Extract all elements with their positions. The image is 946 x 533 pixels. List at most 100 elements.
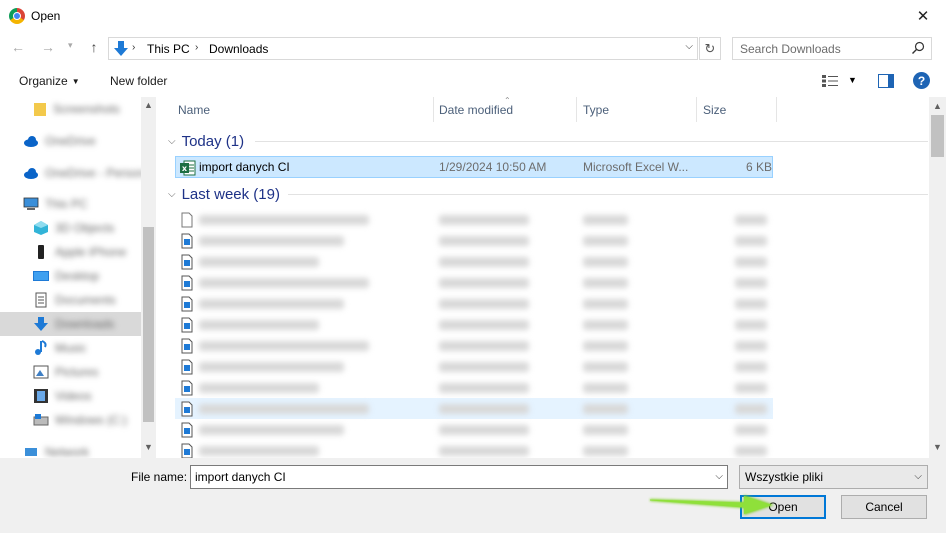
blurred-name (199, 341, 369, 351)
column-header-date-modified[interactable]: Date modified (439, 97, 513, 122)
file-name-input[interactable]: import danych CI ⌵ (190, 465, 728, 489)
recent-locations-chevron-icon[interactable]: ▾ (68, 40, 73, 51)
file-row[interactable] (175, 335, 773, 356)
file-row[interactable] (175, 209, 773, 230)
help-button[interactable]: ? (913, 72, 930, 89)
up-icon[interactable]: ↑ (86, 39, 102, 55)
blurred-size (735, 383, 767, 393)
blurred-name (199, 383, 319, 393)
sidebar-item-3d-objects[interactable]: 3D Objects (0, 216, 141, 240)
cloud-icon (24, 168, 38, 179)
sidebar-item-downloads[interactable]: Downloads (0, 312, 141, 336)
file-row[interactable] (175, 419, 773, 440)
column-divider[interactable] (696, 97, 697, 122)
file-row[interactable] (175, 398, 773, 419)
chevron-down-icon: ⌵ (914, 471, 922, 482)
sidebar-item-apple-iphone[interactable]: Apple iPhone (0, 240, 141, 264)
chevron-down-icon: ⌵ (168, 188, 176, 200)
forward-icon[interactable]: → (40, 39, 56, 55)
blank-file-icon (181, 212, 193, 228)
file-row[interactable] (175, 251, 773, 272)
blurred-date (439, 299, 529, 309)
file-date: 1/29/2024 10:50 AM (439, 160, 547, 174)
view-options-icon[interactable] (822, 75, 838, 87)
download-folder-icon (114, 41, 128, 56)
sidebar-item-desktop[interactable]: Desktop (0, 264, 141, 288)
column-divider[interactable] (433, 97, 434, 122)
blurred-name (199, 299, 344, 309)
sidebar-scrollbar[interactable]: ▲ ▼ (141, 97, 156, 458)
breadcrumb-this-pc[interactable]: This PC (147, 42, 190, 56)
blurred-date (439, 383, 529, 393)
preview-pane-icon[interactable] (878, 74, 894, 88)
column-divider[interactable] (776, 97, 777, 122)
scroll-up-icon[interactable]: ▲ (933, 101, 942, 111)
cloud-icon (24, 136, 38, 147)
file-row-import-danych-ci[interactable]: x import danych CI 1/29/2024 10:50 AM Mi… (175, 156, 773, 178)
sidebar-item-network[interactable]: Network (0, 440, 141, 458)
file-list-scrollbar[interactable]: ▲ ▼ (929, 97, 946, 458)
sidebar-item-onedrive[interactable]: OneDrive (0, 129, 141, 153)
blurred-type (583, 215, 628, 225)
column-header-size[interactable]: Size (703, 97, 726, 122)
search-icon[interactable] (911, 41, 925, 55)
sidebar-item-videos[interactable]: Videos (0, 384, 141, 408)
computer-icon (23, 197, 39, 210)
file-row[interactable] (175, 314, 773, 335)
file-row[interactable] (175, 230, 773, 251)
file-size: 6 KB (746, 160, 773, 174)
document-icon (35, 292, 47, 308)
image-file-icon (181, 338, 193, 354)
blurred-size (735, 341, 767, 351)
blurred-type (583, 299, 628, 309)
close-button[interactable]: ✕ (900, 0, 946, 31)
scroll-down-icon[interactable]: ▼ (933, 442, 942, 452)
view-options-chevron-icon[interactable]: ▼ (848, 75, 857, 85)
column-divider[interactable] (576, 97, 577, 122)
chevron-down-icon[interactable]: ⌵ (715, 471, 723, 482)
file-list-scroll-thumb[interactable] (931, 115, 944, 157)
sidebar-item-music[interactable]: Music (0, 336, 141, 360)
address-dropdown-icon[interactable]: ⌵ (685, 41, 693, 52)
navigation-pane: Screenshots OneDrive OneDrive - Personal… (0, 97, 156, 458)
file-name: import danych CI (199, 160, 290, 174)
file-row[interactable] (175, 356, 773, 377)
blurred-name (199, 362, 344, 372)
group-header-last-week[interactable]: ⌵ Last week (19) (160, 184, 280, 204)
sidebar-item-this-pc[interactable]: This PC (0, 192, 141, 216)
organize-button[interactable]: Organize ▼ (19, 74, 80, 88)
video-icon (34, 389, 48, 403)
group-header-today[interactable]: ⌵ Today (1) (160, 131, 244, 151)
new-folder-button[interactable]: New folder (110, 74, 167, 88)
command-bar: Organize ▼ New folder ▼ (0, 66, 946, 96)
blurred-size (735, 404, 767, 414)
scroll-up-icon[interactable]: ▲ (144, 100, 153, 110)
sidebar-item-pictures[interactable]: Pictures (0, 360, 141, 384)
group-divider (255, 141, 928, 142)
blurred-type (583, 278, 628, 288)
sidebar-item-onedrive-personal[interactable]: OneDrive - Personal (0, 161, 154, 185)
sidebar-item-windows-c[interactable]: Windows (C:) (0, 408, 141, 432)
blurred-date (439, 257, 529, 267)
sidebar-item-screenshots[interactable]: Screenshots (0, 97, 141, 121)
file-row[interactable] (175, 377, 773, 398)
scroll-down-icon[interactable]: ▼ (144, 442, 153, 452)
blurred-name (199, 215, 369, 225)
blurred-type (583, 446, 628, 456)
cancel-button[interactable]: Cancel (841, 495, 927, 519)
file-type-value: Wszystkie pliki (745, 470, 824, 484)
file-row[interactable] (175, 440, 773, 458)
column-header-name[interactable]: Name (178, 97, 210, 122)
back-icon[interactable]: ← (10, 39, 26, 55)
breadcrumb-downloads[interactable]: Downloads (209, 42, 268, 56)
column-header-type[interactable]: Type (583, 97, 609, 122)
file-type-select[interactable]: Wszystkie pliki ⌵ (739, 465, 928, 489)
address-bar[interactable]: › This PC › Downloads ⌵ (108, 37, 698, 60)
refresh-icon[interactable]: ↻ (699, 37, 721, 60)
sidebar-scroll-thumb[interactable] (143, 227, 154, 422)
search-input[interactable]: Search Downloads (732, 37, 932, 60)
sidebar-item-documents[interactable]: Documents (0, 288, 141, 312)
file-row[interactable] (175, 272, 773, 293)
blurred-date (439, 278, 529, 288)
file-row[interactable] (175, 293, 773, 314)
